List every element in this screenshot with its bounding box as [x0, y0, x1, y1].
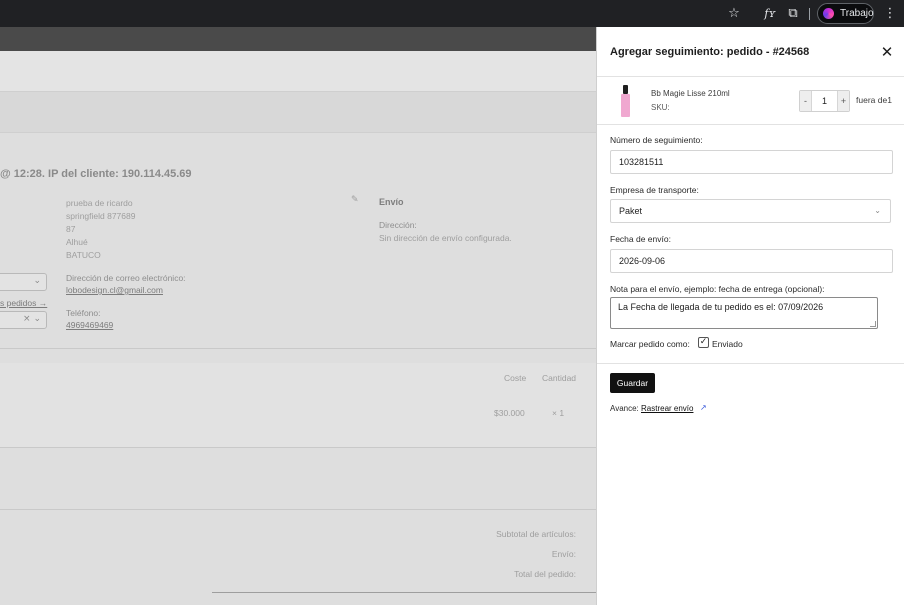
resize-grip-icon[interactable] — [870, 321, 876, 327]
note-label: Nota para el envío, ejemplo: fecha de en… — [610, 284, 825, 294]
quantity-decrease-button[interactable]: - — [800, 91, 812, 111]
product-sku: SKU: — [651, 103, 670, 112]
extensions-icon[interactable]: ⧉ — [783, 4, 803, 24]
star-icon[interactable]: ☆ — [724, 4, 744, 24]
customer-select[interactable]: × ⌄ — [0, 311, 47, 329]
order-heading: @ 12:28. IP del cliente: 190.114.45.69 — [0, 168, 192, 180]
mark-order-label: Marcar pedido como: — [610, 339, 690, 349]
external-link-icon[interactable]: ↗ — [700, 403, 707, 412]
email-label: Dirección de correo electrónico: — [66, 273, 186, 283]
quantity-of-label: fuera de1 — [856, 95, 892, 105]
progress-row: Avance: Rastrear envío — [610, 404, 693, 413]
item-quantity: × 1 — [552, 408, 565, 418]
close-icon[interactable]: ✕ — [879, 44, 895, 60]
tracking-panel: Agregar seguimiento: pedido - #24568 ✕ B… — [596, 27, 904, 605]
admin-header — [0, 51, 596, 91]
quantity-increase-button[interactable]: + — [837, 91, 849, 111]
billing-address-line: BATUCO — [66, 250, 101, 260]
panel-divider — [597, 363, 904, 364]
section-divider — [0, 348, 596, 349]
carrier-value: Paket — [619, 206, 643, 216]
product-row: Bb Magie Lisse 210ml SKU: - 1 + fuera de… — [597, 77, 904, 125]
profile-avatar — [823, 8, 834, 19]
edit-pencil-icon[interactable]: ✎ — [351, 195, 359, 205]
panel-title: Agregar seguimiento: pedido - #24568 — [610, 46, 810, 58]
tracking-number-label: Número de seguimiento: — [610, 135, 703, 145]
shipping-title: Envío — [379, 197, 404, 207]
subtotal-label: Subtotal de artículos: — [496, 529, 576, 539]
chevron-down-icon: ⌄ — [874, 206, 881, 215]
shipping-address-label: Dirección: — [379, 220, 417, 230]
billing-address-line: prueba de ricardo — [66, 198, 133, 208]
product-thumbnail — [621, 85, 630, 117]
track-shipment-link[interactable]: Rastrear envío — [641, 404, 693, 413]
ship-date-input[interactable]: 2026-09-06 — [610, 249, 893, 273]
chevron-down-icon: × ⌄ — [23, 314, 41, 324]
items-header-quantity: Cantidad — [542, 373, 577, 383]
product-name: Bb Magie Lisse 210ml — [651, 89, 730, 98]
browser-toolbar: ☆ fʏ ⧉ Trabajo ⋮ — [0, 0, 904, 27]
quantity-value[interactable]: 1 — [812, 91, 837, 111]
order-page-background: @ 12:28. IP del cliente: 190.114.45.69 p… — [0, 27, 596, 605]
billing-address-line: Alhué — [66, 237, 88, 247]
chevron-down-icon: ⌄ — [33, 276, 41, 286]
menu-icon[interactable]: ⋮ — [880, 4, 900, 24]
phone-link[interactable]: 4969469469 — [66, 320, 113, 330]
section-divider — [0, 509, 596, 510]
totals-divider — [212, 592, 596, 593]
carrier-select[interactable]: Paket ⌄ — [610, 199, 891, 223]
quantity-stepper[interactable]: - 1 + — [799, 90, 850, 112]
toolbar-divider — [809, 8, 810, 20]
profile-button[interactable]: Trabajo — [817, 3, 874, 24]
billing-address-line: 87 — [66, 224, 76, 234]
save-button[interactable]: Guardar — [610, 373, 655, 393]
status-select[interactable]: ⌄ — [0, 273, 47, 291]
shipping-address-value: Sin dirección de envío configurada. — [379, 233, 512, 243]
phone-label: Teléfono: — [66, 308, 101, 318]
profile-label: Trabajo — [840, 8, 874, 19]
font-icon[interactable]: fʏ — [760, 4, 780, 24]
note-value: La Fecha de llegada de tu pedido es el: … — [618, 302, 824, 312]
section-divider — [0, 447, 596, 448]
ship-date-label: Fecha de envío: — [610, 234, 671, 244]
billing-address-line: springfield 877689 — [66, 211, 136, 221]
email-link[interactable]: lobodesign.cl@gmail.com — [66, 285, 163, 295]
note-textarea[interactable]: La Fecha de llegada de tu pedido es el: … — [610, 297, 878, 329]
order-total-label: Total del pedido: — [514, 569, 576, 579]
item-cost: $30.000 — [494, 408, 525, 418]
admin-bar — [0, 27, 596, 51]
tracking-number-input[interactable]: 103281511 — [610, 150, 893, 174]
panel-header: Agregar seguimiento: pedido - #24568 ✕ — [597, 27, 904, 77]
shipped-option-label[interactable]: Enviado — [712, 339, 743, 349]
items-header-cost: Coste — [504, 373, 527, 383]
shipping-total-label: Envío: — [551, 549, 576, 559]
shipped-checkbox[interactable]: ✓ — [698, 337, 709, 348]
customer-orders-link[interactable]: s pedidos → — [0, 298, 47, 308]
admin-subheader — [0, 91, 596, 133]
carrier-label: Empresa de transporte: — [610, 185, 699, 195]
progress-label: Avance: — [610, 404, 639, 413]
